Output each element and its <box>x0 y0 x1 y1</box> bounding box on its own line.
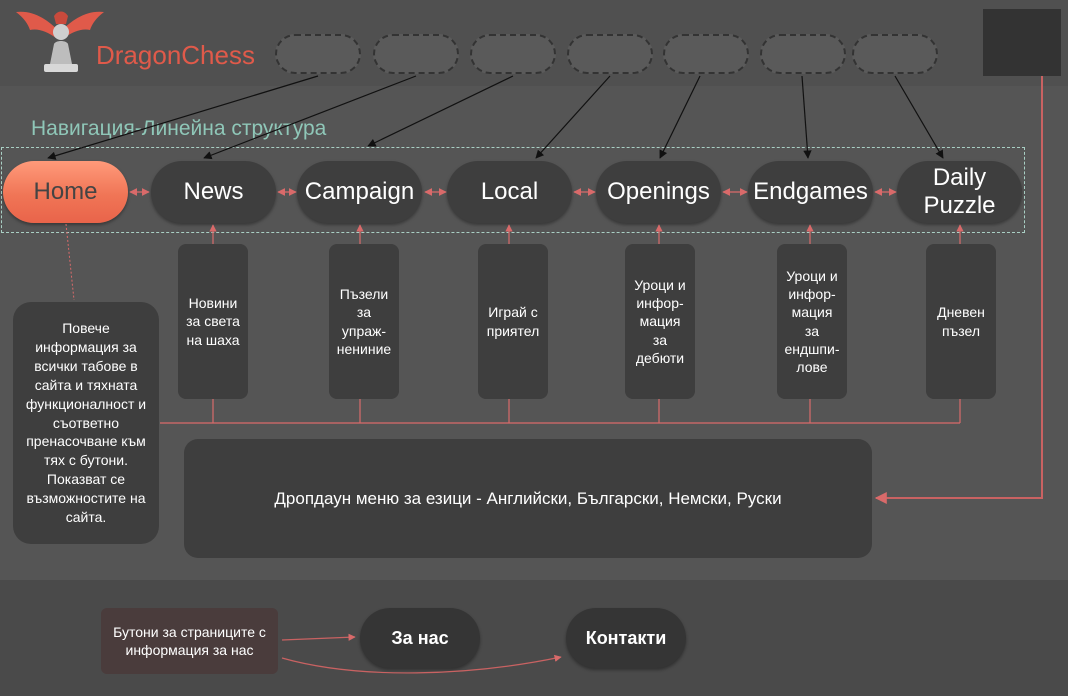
dragon-chess-pawn-logo-icon <box>16 11 104 72</box>
desc-news: Новини за света на шаха <box>178 244 248 399</box>
footer-note: Бутони за страниците с информация за нас <box>101 608 278 674</box>
header-slot-openings <box>663 34 749 74</box>
tab-news[interactable]: News <box>151 161 276 223</box>
navigation-title: Навигация-Линейна структура <box>31 117 327 140</box>
header-slot-news <box>373 34 459 74</box>
language-menu-description: Дропдаун меню за езици - Английски, Бълг… <box>184 439 872 558</box>
header-slot-campaign <box>470 34 556 74</box>
desc-campaign: Пъзели за упраж-нениние <box>329 244 399 399</box>
tab-daily-puzzle[interactable]: Daily Puzzle <box>897 161 1022 223</box>
header-slot-local <box>567 34 653 74</box>
header-slot-endgames <box>760 34 846 74</box>
contacts-button[interactable]: Контакти <box>566 608 686 668</box>
header-slot-daily-puzzle <box>852 34 938 74</box>
brand-title[interactable]: DragonChess <box>96 40 255 71</box>
home-info-box: Повече информация за всички табове в сай… <box>13 302 159 544</box>
tab-home[interactable]: Home <box>3 161 128 223</box>
tab-openings[interactable]: Openings <box>596 161 721 223</box>
desc-local: Играй с приятел <box>478 244 548 399</box>
desc-daily-puzzle: Дневен пъзел <box>926 244 996 399</box>
desc-openings: Уроци и инфор-мация за дебюти <box>625 244 695 399</box>
tab-endgames[interactable]: Endgames <box>748 161 873 223</box>
desc-endgames: Уроци и инфор-мация за ендшпи-лове <box>777 244 847 399</box>
language-selector-box[interactable] <box>983 9 1061 76</box>
header-slot-home <box>275 34 361 74</box>
tab-local[interactable]: Local <box>447 161 572 223</box>
tab-campaign[interactable]: Campaign <box>297 161 422 223</box>
about-button[interactable]: За нас <box>360 608 480 668</box>
